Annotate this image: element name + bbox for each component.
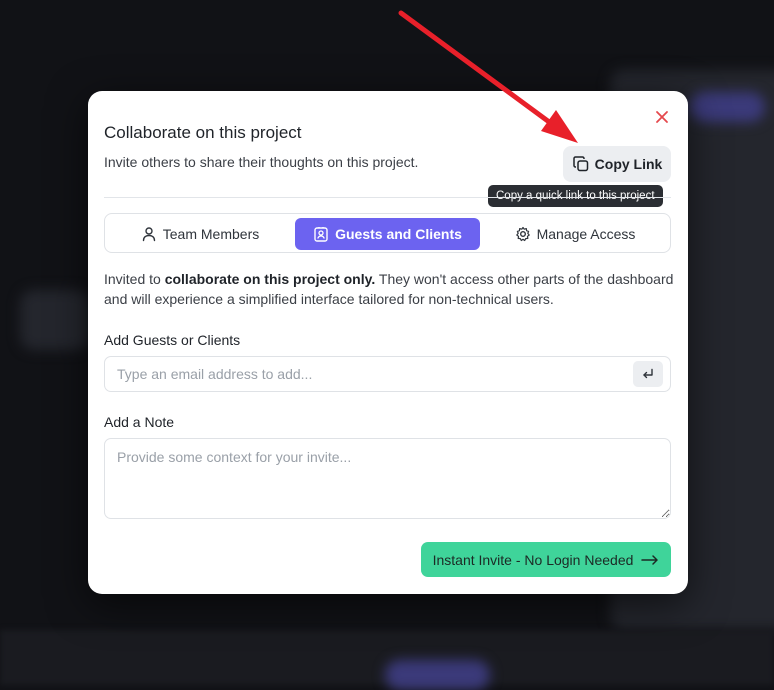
enter-icon [643, 368, 653, 379]
background-card [20, 290, 90, 350]
instant-invite-button[interactable]: Instant Invite - No Login Needed [421, 542, 671, 577]
enter-button[interactable] [633, 361, 663, 387]
tab-manage-access-label: Manage Access [536, 226, 636, 242]
background-pill [690, 92, 765, 122]
close-icon [656, 111, 668, 123]
note-textarea[interactable] [105, 439, 670, 518]
invite-description-bold: collaborate on this project only. [164, 271, 376, 287]
divider [104, 197, 671, 198]
invite-tabs: Team Members Guests and Clients Manage A… [104, 213, 671, 253]
add-guests-label: Add Guests or Clients [104, 332, 241, 348]
collaborate-modal: Collaborate on this project Invite other… [88, 91, 688, 594]
copy-icon [572, 156, 588, 172]
copy-link-tooltip: Copy a quick link to this project [488, 185, 663, 207]
email-input[interactable] [105, 357, 639, 391]
user-icon [142, 227, 155, 242]
invite-description-prefix: Invited to [104, 271, 165, 287]
tab-manage-access[interactable]: Manage Access [484, 218, 666, 250]
background-pill-bottom [385, 660, 490, 690]
tab-guests-and-clients-label: Guests and Clients [335, 226, 462, 242]
tab-team-members-label: Team Members [162, 226, 260, 242]
copy-link-button[interactable]: Copy Link [563, 146, 671, 182]
invite-description: Invited to collaborate on this project o… [104, 269, 674, 309]
email-field-container [104, 356, 671, 392]
close-button[interactable] [654, 109, 670, 125]
instant-invite-label: Instant Invite - No Login Needed [432, 551, 634, 568]
tab-guests-and-clients[interactable]: Guests and Clients [295, 218, 480, 250]
gear-icon [515, 226, 530, 242]
note-field-container [104, 438, 671, 519]
arrow-right-icon [641, 554, 659, 565]
modal-subtitle: Invite others to share their thoughts on… [104, 154, 419, 170]
tab-team-members[interactable]: Team Members [109, 218, 291, 250]
copy-link-label: Copy Link [594, 156, 663, 172]
modal-title: Collaborate on this project [104, 123, 302, 142]
add-note-label: Add a Note [104, 414, 175, 430]
contact-badge-icon [314, 227, 328, 242]
